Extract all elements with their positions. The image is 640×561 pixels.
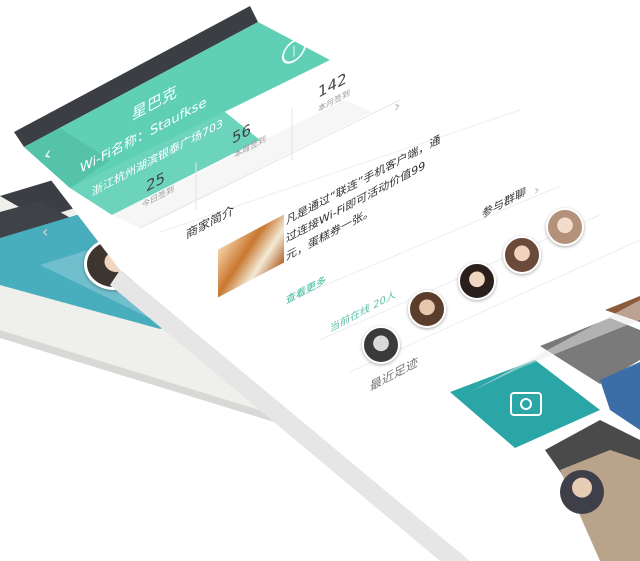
back-arrow-icon[interactable]: ‹ bbox=[44, 142, 51, 167]
chevron-right-icon[interactable]: › bbox=[534, 181, 540, 200]
online-avatar[interactable] bbox=[503, 236, 541, 274]
promo-scene: 个人 ‹ ☙ ☕ ▣ 13:5 bbox=[0, 0, 640, 561]
chevron-right-icon[interactable]: › bbox=[394, 95, 400, 117]
online-avatar[interactable] bbox=[362, 326, 400, 364]
camera-icon[interactable] bbox=[510, 392, 542, 416]
online-avatar[interactable] bbox=[408, 290, 446, 328]
online-avatar[interactable] bbox=[458, 262, 496, 300]
footprint-photo[interactable] bbox=[560, 470, 604, 514]
online-avatar[interactable] bbox=[546, 208, 584, 246]
